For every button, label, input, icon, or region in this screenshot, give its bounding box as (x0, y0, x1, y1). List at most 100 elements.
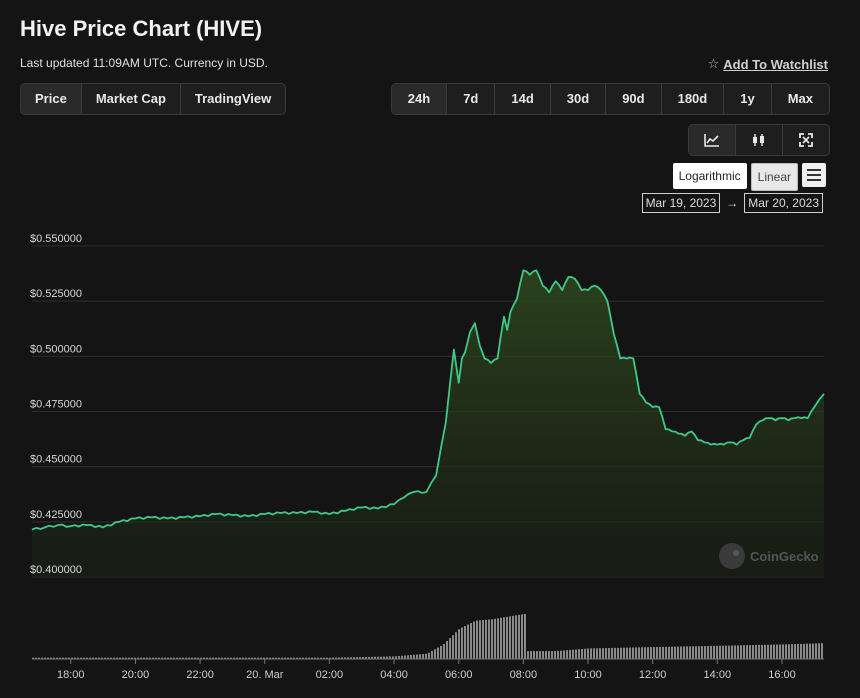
volume-bar (548, 651, 550, 659)
volume-bar (689, 646, 691, 659)
volume-bar (599, 648, 601, 659)
volume-bar (806, 643, 808, 659)
volume-bar (542, 651, 544, 659)
volume-bar (524, 614, 526, 659)
volume-bar (545, 651, 547, 659)
volume-bar (752, 645, 754, 659)
volume-bar (479, 620, 481, 659)
volume-bar (767, 644, 769, 659)
volume-bar (686, 646, 688, 659)
volume-bar (440, 645, 442, 659)
x-tick-label: 16:00 (768, 669, 796, 681)
coingecko-logo-icon (719, 543, 745, 569)
x-tick-label: 14:00 (704, 669, 732, 681)
volume-bar (662, 646, 664, 659)
volume-bar (503, 617, 505, 659)
volume-bar (716, 645, 718, 659)
volume-bar (593, 648, 595, 659)
x-tick-label: 18:00 (57, 669, 85, 681)
volume-bar (587, 648, 589, 659)
x-tick-label: 22:00 (186, 669, 214, 681)
volume-bar (596, 648, 598, 659)
volume-bar (647, 647, 649, 659)
volume-bar (497, 618, 499, 659)
volume-bar (731, 645, 733, 659)
volume-bar (770, 644, 772, 659)
volume-bar (455, 632, 457, 659)
volume-bar (701, 646, 703, 659)
volume-bar (515, 615, 517, 659)
volume-bar (437, 647, 439, 659)
volume-bar (773, 644, 775, 659)
y-tick-label: $0.550000 (30, 233, 82, 245)
volume-bar (446, 641, 448, 659)
volume-bar (698, 646, 700, 659)
y-tick-label: $0.450000 (30, 454, 82, 466)
volume-bar (476, 620, 478, 659)
volume-bar (734, 645, 736, 659)
volume-bar (518, 614, 520, 659)
volume-bar (626, 647, 628, 659)
x-tick-label: 06:00 (445, 669, 473, 681)
volume-bar (458, 629, 460, 659)
volume-bar (416, 654, 418, 659)
volume-bar (671, 646, 673, 659)
volume-bar (431, 651, 433, 659)
volume-bar (614, 647, 616, 659)
volume-bar (629, 647, 631, 659)
volume-bar (560, 650, 562, 659)
price-chart: $0.550000 $0.525000 $0.500000 $0.475000 $0.4… (30, 233, 825, 681)
x-tick-label: 10:00 (574, 669, 602, 681)
volume-bar (674, 646, 676, 659)
volume-bar (602, 648, 604, 659)
volume-bar (413, 654, 415, 659)
volume-bar (779, 644, 781, 659)
volume-bar (512, 615, 514, 659)
volume-bar (632, 647, 634, 659)
volume-bar (572, 649, 574, 659)
y-tick-label: $0.475000 (30, 399, 82, 411)
volume-bar (620, 647, 622, 659)
x-tick-label: 12:00 (639, 669, 667, 681)
volume-bar (692, 646, 694, 659)
volume-bar (605, 648, 607, 659)
volume-bar (581, 648, 583, 659)
volume-bar (743, 645, 745, 659)
volume-bar (452, 635, 454, 659)
volume-bar (419, 654, 421, 659)
volume-bar (404, 655, 406, 659)
volume-bar (473, 621, 475, 659)
volume-bar (464, 625, 466, 659)
volume-bar (668, 646, 670, 659)
volume-bar (656, 647, 658, 659)
volume-bar (575, 649, 577, 659)
volume-bar (803, 643, 805, 659)
volume-bar (584, 648, 586, 659)
volume-bar (617, 647, 619, 659)
volume-bar (809, 643, 811, 659)
volume-bar (608, 648, 610, 659)
volume-bar (509, 616, 511, 659)
volume-bar (551, 651, 553, 659)
volume-bar (800, 643, 802, 659)
volume-bar (611, 647, 613, 659)
volume-bar (722, 645, 724, 659)
volume-bar (554, 651, 556, 659)
volume-bar (488, 619, 490, 659)
volume-bar (725, 645, 727, 659)
volume-bar (812, 643, 814, 659)
volume-bar (791, 644, 793, 659)
volume-bar (449, 638, 451, 659)
volume-bar (491, 619, 493, 659)
volume-bar (764, 644, 766, 659)
volume-bar (527, 651, 529, 659)
volume-bar (761, 644, 763, 659)
volume-bar (425, 653, 427, 659)
volume-bar (749, 645, 751, 659)
volume-bar (659, 646, 661, 659)
volume-bar (719, 645, 721, 659)
volume-bar (623, 647, 625, 659)
volume-bar (485, 619, 487, 659)
volume-bar (677, 646, 679, 659)
x-tick-label: 04:00 (380, 669, 408, 681)
